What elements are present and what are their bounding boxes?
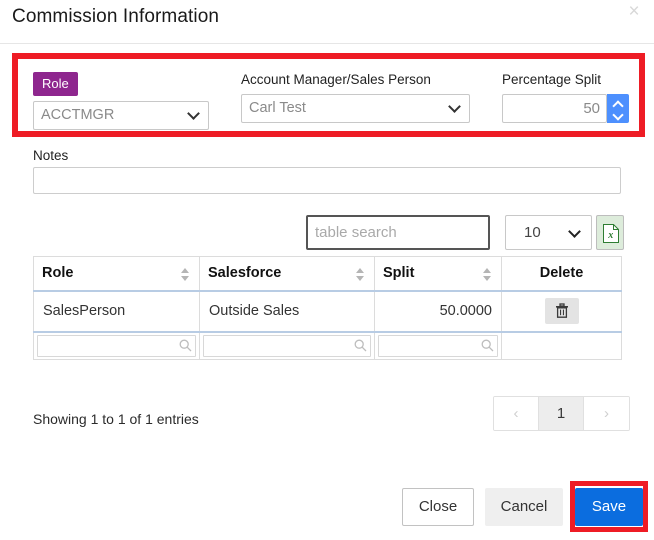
filter-salesforce-wrap: [203, 334, 371, 357]
column-header-role-label: Role: [42, 265, 74, 282]
table-filter-row-group: [33, 331, 622, 360]
pagination: ‹ 1 ›: [493, 396, 630, 431]
filter-cell-role: [33, 331, 200, 360]
account-manager-select[interactable]: Carl Test: [241, 94, 470, 123]
commission-information-dialog: Commission Information × Role ACCTMGR Ac…: [0, 0, 654, 540]
page-length-select[interactable]: 10: [505, 215, 592, 250]
table-header: Role Salesforce Split Delete: [33, 256, 622, 292]
excel-file-glyph: x: [603, 224, 619, 243]
percentage-split-stepper[interactable]: 50: [502, 94, 629, 123]
role-field: Role ACCTMGR: [33, 72, 209, 130]
account-manager-field: Account Manager/Sales Person Carl Test: [241, 72, 470, 123]
excel-export-icon[interactable]: x: [596, 215, 624, 250]
column-header-salesforce[interactable]: Salesforce: [199, 256, 375, 292]
sort-updown-icon[interactable]: [181, 268, 190, 281]
page-length-select-wrap[interactable]: 10: [505, 215, 592, 250]
filter-cell-salesforce: [199, 331, 375, 360]
filter-salesforce-input[interactable]: [203, 334, 371, 357]
filter-cell-delete: [501, 331, 622, 360]
account-manager-label: Account Manager/Sales Person: [241, 72, 431, 87]
filter-split-input[interactable]: [378, 334, 498, 357]
percentage-split-input[interactable]: 50: [502, 94, 607, 123]
dialog-header: Commission Information ×: [0, 0, 654, 44]
chevron-up-icon[interactable]: [613, 101, 622, 107]
close-button[interactable]: Close: [402, 488, 474, 526]
page-title: Commission Information: [12, 6, 220, 27]
cancel-button[interactable]: Cancel: [485, 488, 563, 526]
filter-role-input[interactable]: [37, 334, 196, 357]
table-info-text: Showing 1 to 1 of 1 entries: [33, 411, 199, 427]
notes-input[interactable]: [33, 167, 621, 194]
sort-updown-icon[interactable]: [356, 268, 365, 281]
filter-cell-split: [374, 331, 502, 360]
column-header-role[interactable]: Role: [33, 256, 200, 292]
role-label-badge: Role: [33, 72, 78, 96]
column-header-salesforce-label: Salesforce: [208, 265, 282, 282]
cell-delete: [501, 290, 622, 333]
role-select-wrap[interactable]: ACCTMGR: [33, 101, 209, 130]
cell-salesforce: Outside Sales: [199, 290, 375, 333]
svg-text:x: x: [607, 230, 613, 241]
filter-split-wrap: [378, 334, 498, 357]
percentage-split-spinner-buttons[interactable]: [607, 94, 629, 123]
commission-fields-row: Role ACCTMGR Account Manager/Sales Perso…: [0, 53, 654, 137]
pagination-previous[interactable]: ‹: [494, 397, 539, 430]
table-body: SalesPerson Outside Sales 50.0000: [33, 290, 622, 333]
role-select[interactable]: ACCTMGR: [33, 101, 209, 130]
column-header-split[interactable]: Split: [374, 256, 502, 292]
table-search-input[interactable]: [306, 215, 490, 250]
pagination-page-1[interactable]: 1: [539, 397, 584, 430]
trash-icon: [555, 303, 568, 318]
account-manager-select-wrap[interactable]: Carl Test: [241, 94, 470, 123]
column-header-delete-label: Delete: [539, 265, 584, 282]
pagination-next[interactable]: ›: [584, 397, 629, 430]
column-header-delete: Delete: [501, 256, 622, 292]
notes-label: Notes: [33, 148, 69, 163]
chevron-down-icon[interactable]: [613, 110, 622, 116]
dialog-actions: Close Cancel Save: [0, 488, 654, 528]
filter-role-wrap: [37, 334, 196, 357]
cell-split: 50.0000: [374, 290, 502, 333]
table-header-row: Role Salesforce Split Delete: [33, 256, 622, 292]
delete-row-button[interactable]: [544, 298, 579, 324]
column-header-split-label: Split: [383, 265, 415, 282]
percentage-split-field: Percentage Split 50: [502, 72, 629, 123]
table-row: SalesPerson Outside Sales 50.0000: [33, 290, 622, 333]
close-icon[interactable]: ×: [624, 2, 644, 22]
cell-role: SalesPerson: [33, 290, 200, 333]
commission-table: Role Salesforce Split Delete SalesPerson: [33, 256, 622, 360]
percentage-split-label: Percentage Split: [502, 72, 602, 87]
sort-updown-icon[interactable]: [483, 268, 492, 281]
table-filter-row: [33, 331, 622, 360]
save-button[interactable]: Save: [575, 488, 643, 526]
